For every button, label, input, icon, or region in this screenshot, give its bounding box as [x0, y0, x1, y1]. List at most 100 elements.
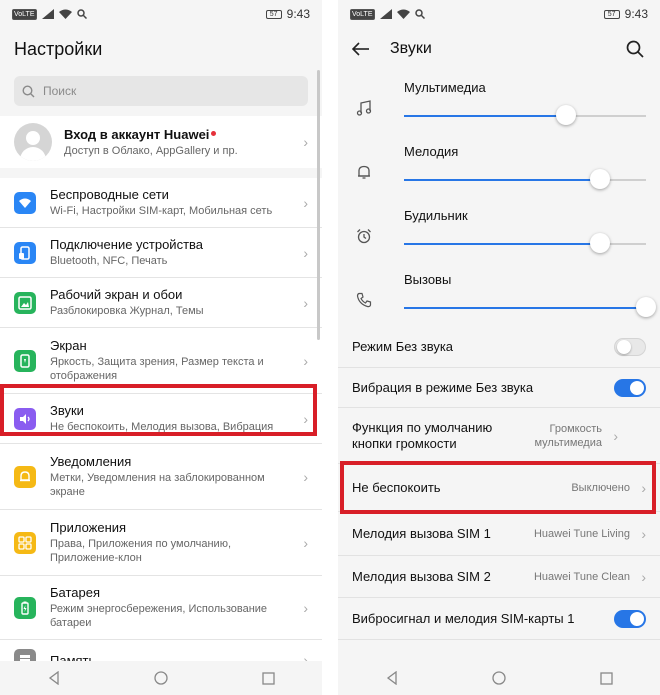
settings-item-battery[interactable]: Батарея Режим энергосбережения, Использов… — [0, 576, 322, 640]
settings-screen: VoLTE 57 9:43 Настройки Вход в аккаунт H… — [0, 0, 322, 695]
navigation-bar — [0, 661, 322, 695]
search-icon — [22, 84, 35, 97]
settings-item-title: Батарея — [50, 585, 101, 600]
nav-recent-icon[interactable] — [262, 671, 275, 685]
settings-item-home-screen[interactable]: Рабочий экран и обои Разблокировка Журнал… — [0, 278, 322, 328]
back-arrow-icon[interactable] — [352, 42, 376, 56]
vibro-sim1-label: Вибросигнал и мелодия SIM-карты 1 — [352, 610, 575, 626]
nav-home-icon[interactable] — [492, 671, 507, 685]
ringtone-sim1-row[interactable]: Мелодия вызова SIM 1 Huawei Tune Living … — [338, 512, 660, 556]
search-status-icon — [76, 9, 87, 19]
wifi-icon — [14, 191, 36, 214]
notification-dot — [211, 131, 217, 136]
volume-label: Мелодия — [404, 144, 459, 159]
volume-slider[interactable] — [404, 233, 646, 253]
volume-key-value: Громкость мультимедиа — [534, 422, 602, 449]
settings-item-subtitle: Разблокировка Журнал, Темы — [50, 305, 204, 317]
settings-item-wireless[interactable]: Беспроводные сети Wi-Fi, Настройки SIM-ка… — [0, 178, 322, 228]
app-bar: Настройки — [0, 28, 322, 70]
scrollbar[interactable] — [317, 70, 320, 340]
settings-item-subtitle: Яркость, Защита зрения, Размер текста и … — [50, 356, 264, 382]
volume-label: Будильник — [404, 208, 468, 223]
settings-item-subtitle: Метки, Уведомления на заблокированном эк… — [50, 472, 265, 498]
sounds-screen: VoLTE 57 9:43 Звуки Мультимедиа Мелодия … — [338, 0, 660, 695]
do-not-disturb-row[interactable]: Не беспокоить Выключено › — [338, 464, 660, 512]
settings-list: Беспроводные сети Wi-Fi, Настройки SIM-ка… — [0, 178, 322, 680]
volume-key-row[interactable]: Функция по умолчанию кнопки громкости Гр… — [338, 408, 660, 464]
signal-icon — [41, 9, 54, 19]
vibro-sim1-row[interactable]: Вибросигнал и мелодия SIM-карты 1 — [338, 598, 660, 640]
volume-label: Мультимедиа — [404, 80, 486, 95]
volume-row-calls: Вызовы — [338, 262, 660, 326]
chevron-right-icon: › — [613, 427, 618, 444]
chevron-right-icon: › — [641, 479, 646, 496]
chevron-right-icon: › — [641, 525, 646, 542]
apps-grid-icon — [14, 531, 36, 554]
status-bar: VoLTE 57 9:43 — [0, 0, 322, 28]
app-bar: Звуки — [338, 28, 660, 70]
slider-thumb[interactable] — [590, 169, 611, 189]
slider-thumb[interactable] — [556, 105, 577, 125]
settings-item-device-connection[interactable]: Подключение устройства Bluetooth, NFC, Пе… — [0, 228, 322, 278]
signal-icon — [379, 9, 392, 19]
settings-item-notifications[interactable]: Уведомления Метки, Уведомления на заблоки… — [0, 444, 322, 510]
ringtone-sim2-row[interactable]: Мелодия вызова SIM 2 Huawei Tune Clean › — [338, 556, 660, 598]
settings-item-apps[interactable]: Приложения Права, Приложения по умолчанию… — [0, 510, 322, 576]
wifi-status-icon — [58, 9, 72, 19]
silent-mode-label: Режим Без звука — [352, 338, 454, 354]
wifi-status-icon — [396, 9, 410, 19]
sound-icon — [14, 407, 36, 430]
bell-icon — [352, 164, 376, 180]
silent-mode-toggle[interactable] — [614, 337, 646, 356]
settings-item-subtitle: Wi-Fi, Настройки SIM-карт, Мобильная сет… — [50, 205, 273, 217]
nav-home-icon[interactable] — [154, 671, 169, 685]
ringtone-sim2-label: Мелодия вызова SIM 2 — [352, 568, 491, 584]
search-input[interactable] — [43, 84, 243, 98]
volume-row-media: Мультимедиа — [338, 70, 660, 134]
alarm-clock-icon — [352, 228, 376, 244]
nav-back-icon[interactable] — [385, 671, 399, 685]
phone-icon — [352, 292, 376, 308]
volume-key-label: Функция по умолчанию кнопки громкости — [352, 419, 493, 451]
chevron-right-icon: › — [303, 534, 308, 551]
settings-item-subtitle: Права, Приложения по умолчанию, Приложен… — [50, 538, 232, 564]
ringtone-sim2-value: Huawei Tune Clean — [533, 570, 630, 583]
chevron-right-icon: › — [303, 134, 308, 150]
slider-thumb[interactable] — [590, 233, 611, 253]
slider-thumb[interactable] — [636, 297, 656, 317]
display-icon — [14, 349, 36, 372]
settings-item-sounds[interactable]: Звуки Не беспокоить, Мелодия вызова, Вибр… — [0, 394, 322, 444]
account-row[interactable]: Вход в аккаунт Huawei Доступ в Облако, A… — [0, 116, 322, 168]
do-not-disturb-label: Не беспокоить — [352, 479, 441, 495]
vibrate-in-silent-row[interactable]: Вибрация в режиме Без звука — [338, 368, 660, 408]
volume-slider[interactable] — [404, 297, 656, 317]
search-bar[interactable] — [14, 76, 308, 106]
battery-icon — [14, 596, 36, 619]
settings-item-title: Подключение устройства — [50, 237, 204, 252]
settings-item-display[interactable]: Экран Яркость, Защита зрения, Размер текс… — [0, 328, 322, 394]
nav-back-icon[interactable] — [47, 671, 61, 685]
device-connection-icon — [14, 241, 36, 264]
vibro-sim1-toggle[interactable] — [614, 609, 646, 628]
chevron-right-icon: › — [303, 352, 308, 369]
volte-badge: VoLTE — [350, 8, 375, 20]
settings-item-title: Рабочий экран и обои — [50, 287, 183, 302]
account-section: Вход в аккаунт Huawei Доступ в Облако, A… — [0, 116, 322, 168]
ringtone-sim1-label: Мелодия вызова SIM 1 — [352, 525, 491, 541]
settings-item-title: Приложения — [50, 520, 127, 535]
nav-recent-icon[interactable] — [600, 671, 613, 685]
music-note-icon — [352, 100, 376, 116]
settings-item-subtitle: Режим энергосбережения, Использование ба… — [50, 603, 268, 629]
silent-mode-row[interactable]: Режим Без звука — [338, 326, 660, 368]
volume-section: Мультимедиа Мелодия Будильник Вызовы — [338, 70, 660, 326]
volume-slider[interactable] — [404, 105, 646, 125]
settings-item-subtitle: Не беспокоить, Мелодия вызова, Вибрация — [50, 421, 274, 433]
account-title: Вход в аккаунт Huawei — [64, 127, 210, 142]
vibrate-in-silent-toggle[interactable] — [614, 378, 646, 397]
volume-label: Вызовы — [404, 272, 452, 287]
chevron-right-icon: › — [303, 294, 308, 311]
volume-slider[interactable] — [404, 169, 646, 189]
settings-item-subtitle: Bluetooth, NFC, Печать — [50, 255, 168, 267]
page-title: Звуки — [390, 40, 432, 57]
search-icon[interactable] — [624, 38, 646, 60]
